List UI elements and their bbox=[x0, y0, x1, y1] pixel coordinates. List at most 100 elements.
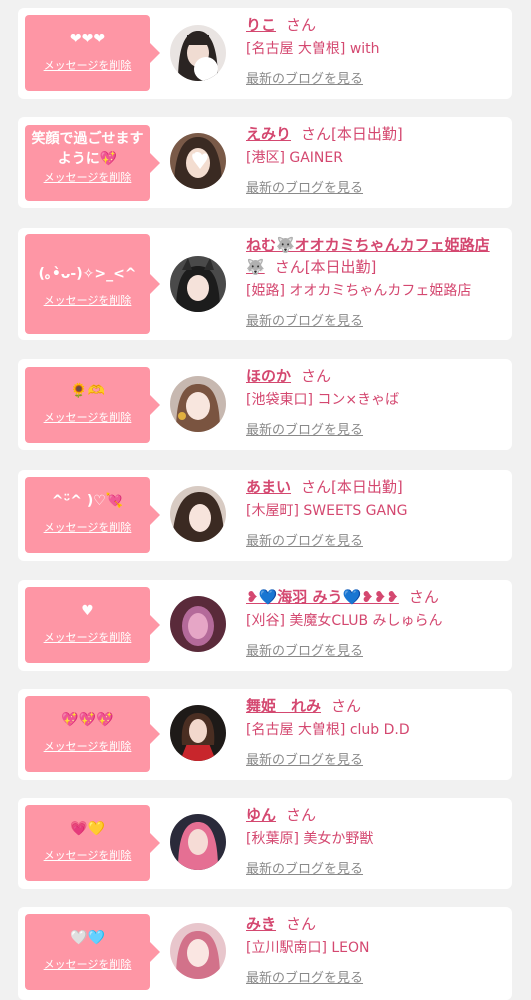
user-name-link[interactable]: あまい bbox=[246, 478, 291, 496]
delete-message-link[interactable]: メッセージを削除 bbox=[25, 171, 150, 185]
delete-message-link[interactable]: メッセージを削除 bbox=[25, 521, 150, 535]
message-text: ♥ bbox=[81, 603, 94, 619]
user-info: みき さん [立川駅南口] LEON 最新のブログを見る bbox=[246, 913, 502, 986]
message-bubble: (｡•̀ᴗ-)✧>_<^ メッセージを削除 bbox=[25, 234, 160, 334]
message-text: 笑顔で過ごせますように💖 bbox=[31, 131, 144, 167]
user-name-link[interactable]: りこ bbox=[246, 16, 276, 34]
latest-blog-link[interactable]: 最新のブログを見る bbox=[246, 967, 363, 986]
delete-message-link[interactable]: メッセージを削除 bbox=[25, 294, 150, 308]
latest-blog-link[interactable]: 最新のブログを見る bbox=[246, 858, 363, 877]
shop-info: [池袋東口] コン×きゃば bbox=[246, 392, 400, 408]
message-bubble: ❤❤❤ メッセージを削除 bbox=[25, 15, 160, 91]
message-bubble: 💗💛 メッセージを削除 bbox=[25, 805, 160, 881]
latest-blog-link[interactable]: 最新のブログを見る bbox=[246, 640, 363, 659]
user-name-link[interactable]: 舞姫 れみ bbox=[246, 697, 321, 715]
message-bubble: 笑顔で過ごせますように💖 メッセージを削除 bbox=[25, 125, 160, 201]
user-info: ねむ🐺オオカミちゃんカフェ姫路店🐺 さん[本日出勤] [姫路] オオカミちゃんカフ… bbox=[246, 234, 502, 329]
latest-blog-link[interactable]: 最新のブログを見る bbox=[246, 310, 363, 329]
message-text: 🤍🩵 bbox=[70, 930, 105, 946]
delete-message-link[interactable]: メッセージを削除 bbox=[25, 631, 150, 645]
shop-info: [刈谷] 美魔女CLUB みしゅらん bbox=[246, 613, 443, 629]
shop-info: [木屋町] SWEETS GANG bbox=[246, 503, 408, 519]
avatar[interactable] bbox=[170, 923, 226, 979]
message-bubble: 🌻🫶 メッセージを削除 bbox=[25, 367, 160, 443]
message-text: 💗💛 bbox=[70, 821, 105, 837]
user-info: 舞姫 れみ さん [名古屋 大曽根] club D.D 最新のブログを見る bbox=[246, 695, 502, 768]
status-badge: [本日出勤] bbox=[331, 125, 403, 143]
honorific: さん bbox=[301, 478, 332, 496]
avatar[interactable] bbox=[170, 376, 226, 432]
latest-blog-link[interactable]: 最新のブログを見る bbox=[246, 749, 363, 768]
avatar[interactable] bbox=[170, 814, 226, 870]
user-info: りこ さん [名古屋 大曽根] with 最新のブログを見る bbox=[246, 14, 502, 87]
latest-blog-link[interactable]: 最新のブログを見る bbox=[246, 177, 363, 196]
shop-info: [名古屋 大曽根] club D.D bbox=[246, 722, 410, 738]
honorific: さん bbox=[286, 16, 317, 34]
avatar[interactable] bbox=[170, 25, 226, 81]
user-name-link[interactable]: ゆん bbox=[246, 806, 276, 824]
list-item: 🌻🫶 メッセージを削除 ほのか さん [池袋東口] コン×きゃば 最新のブログを見… bbox=[18, 359, 512, 450]
shop-info: [姫路] オオカミちゃんカフェ姫路店 bbox=[246, 283, 472, 299]
delete-message-link[interactable]: メッセージを削除 bbox=[25, 958, 150, 972]
honorific: さん bbox=[331, 697, 362, 715]
avatar-image bbox=[170, 814, 226, 870]
avatar-image bbox=[170, 376, 226, 432]
honorific: さん bbox=[301, 125, 332, 143]
status-badge: [本日出勤] bbox=[304, 258, 377, 276]
avatar[interactable] bbox=[170, 486, 226, 542]
list-item: 🤍🩵 メッセージを削除 みき さん [立川駅南口] LEON 最新のブログを見る bbox=[18, 907, 512, 1000]
avatar[interactable] bbox=[170, 705, 226, 761]
message-text: 💖💖💖 bbox=[61, 712, 114, 728]
avatar[interactable] bbox=[170, 256, 226, 312]
honorific: さん bbox=[286, 806, 317, 824]
shop-info: [港区] GAINER bbox=[246, 150, 343, 166]
latest-blog-link[interactable]: 最新のブログを見る bbox=[246, 530, 363, 549]
user-name-link[interactable]: ほのか bbox=[246, 367, 291, 385]
message-list: ❤❤❤ メッセージを削除 りこ さん [名古屋 大曽根] with 最新のブログを… bbox=[0, 0, 531, 1000]
shop-info: [名古屋 大曽根] with bbox=[246, 41, 380, 57]
message-bubble: ^ᵕ̈^ )♡💘 メッセージを削除 bbox=[25, 477, 160, 553]
user-info: ほのか さん [池袋東口] コン×きゃば 最新のブログを見る bbox=[246, 365, 502, 438]
user-info: えみり さん[本日出勤] [港区] GAINER 最新のブログを見る bbox=[246, 123, 502, 196]
avatar-image bbox=[170, 133, 226, 189]
message-bubble: ♥ メッセージを削除 bbox=[25, 587, 160, 663]
latest-blog-link[interactable]: 最新のブログを見る bbox=[246, 68, 363, 87]
shop-info: [秋葉原] 美女か野獣 bbox=[246, 831, 374, 847]
honorific: さん bbox=[408, 588, 439, 606]
avatar-image bbox=[170, 486, 226, 542]
list-item: 笑顔で過ごせますように💖 メッセージを削除 えみり さん[本日出勤] [港区] G… bbox=[18, 117, 512, 208]
avatar[interactable] bbox=[170, 133, 226, 189]
honorific: さん bbox=[286, 915, 317, 933]
user-info: あまい さん[本日出勤] [木屋町] SWEETS GANG 最新のブログを見る bbox=[246, 476, 502, 549]
message-text: ^ᵕ̈^ )♡💘 bbox=[51, 493, 124, 509]
delete-message-link[interactable]: メッセージを削除 bbox=[25, 849, 150, 863]
latest-blog-link[interactable]: 最新のブログを見る bbox=[246, 419, 363, 438]
user-name-link[interactable]: ❥💙海羽 みう💙❥❥❥ bbox=[246, 588, 399, 606]
avatar-image bbox=[170, 923, 226, 979]
honorific: さん bbox=[274, 258, 305, 276]
shop-info: [立川駅南口] LEON bbox=[246, 940, 370, 956]
avatar-image bbox=[170, 705, 226, 761]
status-badge: [本日出勤] bbox=[331, 478, 403, 496]
user-name-link[interactable]: みき bbox=[246, 915, 276, 933]
message-bubble: 🤍🩵 メッセージを削除 bbox=[25, 914, 160, 990]
user-info: ゆん さん [秋葉原] 美女か野獣 最新のブログを見る bbox=[246, 804, 502, 877]
delete-message-link[interactable]: メッセージを削除 bbox=[25, 411, 150, 425]
user-name-link[interactable]: えみり bbox=[246, 125, 291, 143]
avatar-image bbox=[170, 256, 226, 312]
delete-message-link[interactable]: メッセージを削除 bbox=[25, 740, 150, 754]
user-info: ❥💙海羽 みう💙❥❥❥ さん [刈谷] 美魔女CLUB みしゅらん 最新のブログを… bbox=[246, 586, 502, 659]
list-item: (｡•̀ᴗ-)✧>_<^ メッセージを削除 ねむ🐺オオカミちゃんカフェ姫路店🐺 さ… bbox=[18, 228, 512, 340]
avatar-image bbox=[170, 25, 226, 81]
avatar[interactable] bbox=[170, 596, 226, 652]
message-text: 🌻🫶 bbox=[70, 383, 105, 399]
list-item: 💗💛 メッセージを削除 ゆん さん [秋葉原] 美女か野獣 最新のブログを見る bbox=[18, 798, 512, 889]
list-item: 💖💖💖 メッセージを削除 舞姫 れみ さん [名古屋 大曽根] club D.D … bbox=[18, 689, 512, 780]
message-text: ❤❤❤ bbox=[69, 31, 106, 47]
delete-message-link[interactable]: メッセージを削除 bbox=[25, 59, 150, 73]
honorific: さん bbox=[301, 367, 332, 385]
message-bubble: 💖💖💖 メッセージを削除 bbox=[25, 696, 160, 772]
list-item: ^ᵕ̈^ )♡💘 メッセージを削除 あまい さん[本日出勤] [木屋町] SWEE… bbox=[18, 470, 512, 561]
list-item: ♥ メッセージを削除 ❥💙海羽 みう💙❥❥❥ さん [刈谷] 美魔女CLUB みし… bbox=[18, 580, 512, 671]
avatar-image bbox=[170, 596, 226, 652]
